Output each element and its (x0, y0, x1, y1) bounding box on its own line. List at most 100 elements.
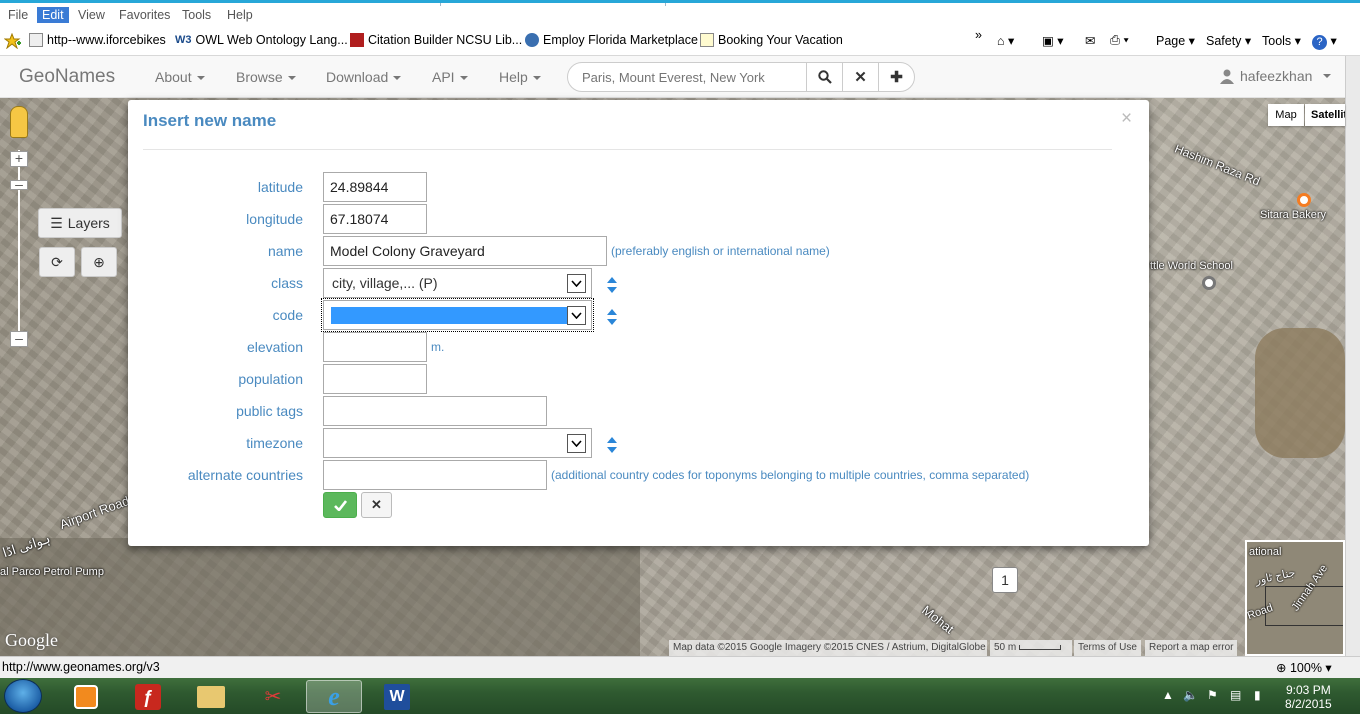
public-tags-field[interactable] (323, 396, 547, 426)
name-field[interactable]: Model Colony Graveyard (323, 236, 607, 266)
favorite-link-employflorida[interactable]: Employ Florida Marketplace (525, 33, 698, 47)
close-dialog-button[interactable]: × (1121, 108, 1132, 130)
menu-file[interactable]: File (8, 8, 28, 22)
overview-map[interactable]: ational جناح ٹاور Jinnah Ave Road (1245, 540, 1345, 656)
search-icon (817, 70, 832, 84)
map-label-poi: ttle World School (1150, 260, 1233, 272)
layers-label: Layers (67, 215, 110, 231)
explorer-icon[interactable] (183, 680, 239, 713)
zoom-slider-handle[interactable]: – (10, 177, 28, 191)
tools-menu-label: Tools (1262, 34, 1292, 48)
report-error-link[interactable]: Report a map error (1145, 640, 1238, 656)
longitude-field[interactable]: 67.18074 (323, 204, 427, 234)
sort-updown-icon[interactable] (606, 436, 618, 454)
longitude-label: longitude (246, 211, 303, 227)
word-icon[interactable]: W (369, 680, 425, 713)
user-name: hafeezkhan (1240, 68, 1313, 84)
nav-about[interactable]: About (155, 69, 205, 85)
start-button[interactable] (4, 679, 42, 713)
population-field[interactable] (323, 364, 427, 394)
submit-button[interactable] (323, 492, 357, 518)
pegman-icon[interactable] (10, 106, 28, 138)
favorite-link-iforcebikes[interactable]: http--www.iforcebikes (29, 33, 166, 47)
refresh-button[interactable]: ⟳ (39, 247, 75, 277)
favorite-label: Booking Your Vacation (718, 33, 843, 47)
code-select[interactable] (321, 298, 594, 332)
latitude-label: latitude (257, 179, 303, 195)
user-menu[interactable]: hafeezkhan (1220, 68, 1332, 84)
terms-link[interactable]: Terms of Use (1074, 640, 1141, 656)
menu-edit[interactable]: Edit (37, 7, 69, 23)
tray-overflow-icon[interactable]: ▲ (1162, 688, 1174, 702)
feeds-icon[interactable]: ▣ ▾ (1042, 33, 1064, 48)
print-icon[interactable]: ⎙ ▾ (1110, 33, 1129, 48)
menu-tools[interactable]: Tools (182, 8, 211, 22)
favorite-link-owl[interactable]: W3 OWL Web Ontology Lang... (175, 33, 348, 47)
system-clock[interactable]: 9:03 PM 8/2/2015 (1285, 683, 1332, 711)
menu-view[interactable]: View (78, 8, 105, 22)
volume-icon[interactable]: 🔈 (1183, 688, 1198, 702)
nav-label: Help (499, 69, 528, 85)
nav-help[interactable]: Help (499, 69, 541, 85)
favorite-label: http--www.iforcebikes (47, 33, 166, 47)
favorite-link-booking[interactable]: Booking Your Vacation (700, 33, 843, 47)
school-poi-icon[interactable] (1202, 276, 1216, 290)
zoom-in-button[interactable]: + (10, 151, 28, 167)
dialog-divider (143, 149, 1112, 150)
layers-button[interactable]: ☰ Layers (38, 208, 122, 238)
favorites-star-icon[interactable] (4, 33, 22, 49)
page-menu-label: Page (1156, 34, 1186, 48)
add-marker-button[interactable]: ⊕ (81, 247, 117, 277)
snipping-tool-icon[interactable]: ✂ (245, 680, 301, 713)
media-player-icon[interactable] (58, 680, 114, 713)
caret-down-icon (393, 76, 402, 81)
latitude-field[interactable]: 24.89844 (323, 172, 427, 202)
clear-search-button[interactable]: ✕ (842, 62, 879, 92)
search-input[interactable] (567, 62, 807, 92)
nav-api[interactable]: API (432, 69, 468, 85)
class-select[interactable]: city, village,... (P) (323, 268, 592, 298)
add-name-button[interactable]: ✚ (878, 62, 915, 92)
page-scrollbar[interactable] (1345, 56, 1360, 656)
elevation-field[interactable] (323, 332, 427, 362)
maptype-satellite-button[interactable]: Satellite (1305, 104, 1345, 126)
device-icon[interactable]: ▤ (1230, 688, 1241, 702)
flash-icon[interactable]: ƒ (120, 680, 176, 713)
favorite-label: Citation Builder NCSU Lib... (368, 33, 523, 47)
favorite-link-citation[interactable]: Citation Builder NCSU Lib... (350, 33, 522, 47)
timezone-select[interactable] (323, 428, 592, 458)
menu-favorites[interactable]: Favorites (119, 8, 170, 22)
bakery-poi-icon[interactable] (1297, 193, 1311, 207)
population-label: population (238, 371, 303, 387)
page-icon (700, 33, 714, 47)
flag-icon[interactable]: ⚑ (1207, 688, 1218, 702)
help-icon[interactable]: ? ▾ (1312, 33, 1337, 50)
cluster-marker[interactable]: 1 (992, 567, 1018, 593)
maptype-map-button[interactable]: Map (1268, 104, 1304, 126)
menu-help[interactable]: Help (227, 8, 253, 22)
brand-logo[interactable]: GeoNames (19, 66, 115, 88)
nav-browse[interactable]: Browse (236, 69, 296, 85)
search-button[interactable] (806, 62, 843, 92)
tools-menu[interactable]: Tools ▾ (1262, 33, 1301, 48)
mail-icon[interactable]: ✉ (1085, 33, 1095, 48)
nav-download[interactable]: Download (326, 69, 402, 85)
home-icon[interactable]: ⌂ ▾ (997, 33, 1014, 48)
alternate-countries-field[interactable] (323, 460, 547, 490)
page-menu[interactable]: Page ▾ (1156, 33, 1195, 48)
favorites-overflow[interactable]: » (975, 28, 982, 42)
zoom-level[interactable]: ⊕ 100% ▾ (1276, 660, 1332, 675)
chevron-down-icon (567, 306, 586, 325)
network-icon[interactable]: ▮ (1254, 688, 1261, 702)
internet-explorer-icon[interactable]: e (306, 680, 362, 713)
safety-menu[interactable]: Safety ▾ (1206, 33, 1251, 48)
sort-updown-icon[interactable] (606, 276, 618, 294)
windows-taskbar: ƒ ✂ e W ▲ 🔈 ⚑ ▤ ▮ 9:03 PM 8/2/2015 (0, 678, 1360, 714)
elevation-label: elevation (246, 339, 303, 355)
zoom-out-button[interactable]: – (10, 331, 28, 347)
plus-circle-icon: ⊕ (93, 253, 105, 270)
cancel-button[interactable]: ✕ (361, 492, 392, 518)
sort-updown-icon[interactable] (606, 308, 618, 326)
alternate-countries-label: alternate countries (187, 467, 303, 483)
status-url: http://www.geonames.org/v3 (2, 660, 160, 674)
